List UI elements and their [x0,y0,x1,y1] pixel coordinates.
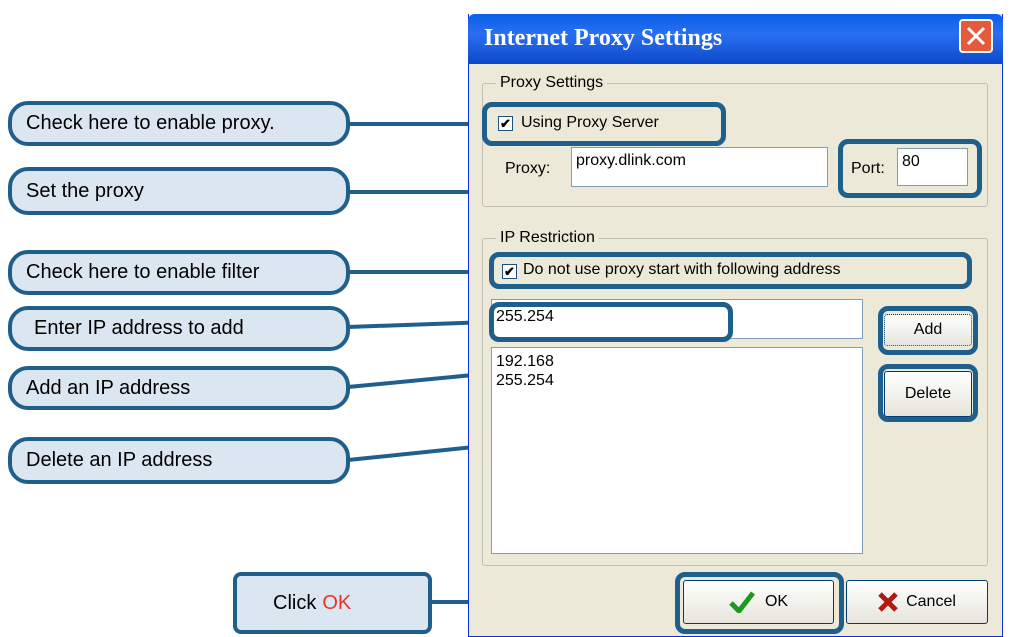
highlight-ok [675,572,844,634]
cancel-x-icon [878,592,898,612]
proxy-settings-legend: Proxy Settings [496,74,608,92]
click-ok-word: OK [322,591,352,614]
close-icon [966,26,986,46]
ip-address-list[interactable]: 192.168 255.254 [491,347,863,554]
cancel-button[interactable]: Cancel [846,580,988,624]
callout-set-proxy: Set the proxy [8,167,350,215]
callout-enable-proxy: Check here to enable proxy. [8,101,350,146]
highlight-delete [878,364,978,422]
callout-add-ip: Add an IP address [8,366,350,410]
dialog-title: Internet Proxy Settings [484,25,723,51]
cancel-label: Cancel [906,593,956,610]
highlight-port [838,139,982,198]
highlight-no-proxy [489,252,972,289]
proxy-input[interactable]: proxy.dlink.com [571,147,828,187]
proxy-label: Proxy: [505,160,551,177]
ip-restriction-legend: IP Restriction [496,229,599,247]
callout-delete-ip: Delete an IP address [8,437,350,484]
highlight-add [878,306,978,355]
callout-click-ok: Click OK [233,572,432,634]
callout-enable-filter: Check here to enable filter [8,250,350,295]
highlight-ip-input [489,302,733,342]
list-item[interactable]: 192.168 [496,352,858,371]
list-item[interactable]: 255.254 [496,371,858,390]
highlight-using-proxy [482,102,726,146]
close-button[interactable] [959,19,993,53]
callout-enter-ip: Enter IP address to add [8,306,350,351]
click-ok-prefix: Click [273,591,317,614]
